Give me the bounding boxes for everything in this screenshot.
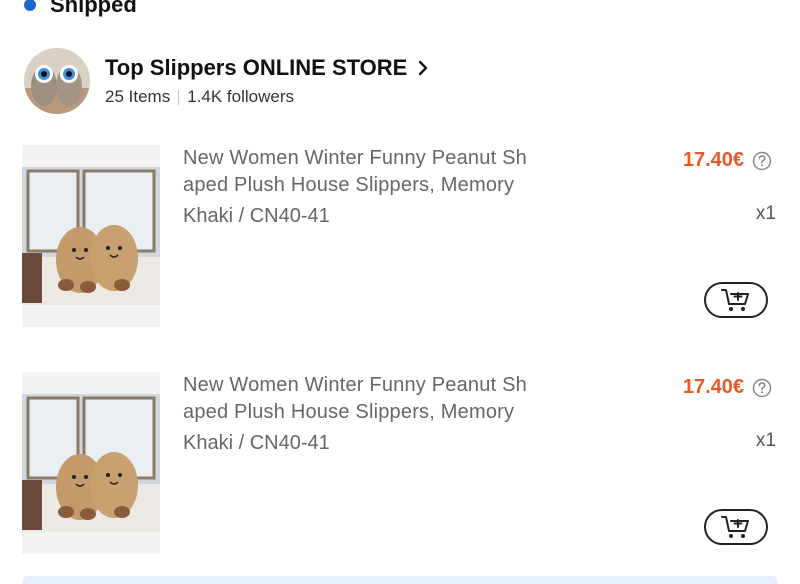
add-to-cart-button[interactable] xyxy=(704,509,768,545)
help-icon[interactable] xyxy=(752,378,772,398)
price-value: 17.40€ xyxy=(682,149,744,171)
slippers-avatar-icon xyxy=(24,48,90,114)
help-icon[interactable] xyxy=(752,151,772,171)
bottom-banner xyxy=(22,576,778,584)
order-status: Shipped xyxy=(24,0,137,20)
status-text: Shipped xyxy=(50,0,137,17)
product-quantity: x1 xyxy=(755,430,776,451)
product-title[interactable]: New Women Winter Funny Peanut Sh aped Pl… xyxy=(183,372,583,426)
add-to-cart-icon xyxy=(721,516,749,538)
product-title-line-2: aped Plush House Slippers, Memory xyxy=(183,174,515,196)
add-to-cart-button[interactable] xyxy=(704,282,768,318)
product-title[interactable]: New Women Winter Funny Peanut Sh aped Pl… xyxy=(183,145,583,199)
product-thumbnail[interactable] xyxy=(22,145,160,327)
price-value: 17.40€ xyxy=(682,376,744,398)
product-thumbnail[interactable] xyxy=(22,372,160,554)
plush-slippers-image xyxy=(22,372,160,554)
product-quantity: x1 xyxy=(755,203,776,224)
product-price: 17.40€ xyxy=(683,149,772,172)
order-item[interactable]: New Women Winter Funny Peanut Sh aped Pl… xyxy=(22,372,782,554)
product-title-line-2: aped Plush House Slippers, Memory xyxy=(183,401,515,423)
store-meta: 25 Items 1.4K followers xyxy=(105,87,429,107)
add-to-cart-icon xyxy=(721,289,749,311)
meta-divider xyxy=(178,89,180,105)
product-title-line-1: New Women Winter Funny Peanut Sh xyxy=(183,147,527,169)
store-followers: 1.4K followers xyxy=(187,87,294,106)
store-header[interactable]: Top Slippers ONLINE STORE 25 Items 1.4K … xyxy=(24,46,784,116)
order-item[interactable]: New Women Winter Funny Peanut Sh aped Pl… xyxy=(22,145,782,327)
product-price: 17.40€ xyxy=(683,376,772,399)
store-name[interactable]: Top Slippers ONLINE STORE xyxy=(105,55,407,81)
status-dot-icon xyxy=(24,0,36,11)
product-variant: Khaki / CN40-41 xyxy=(183,205,330,227)
product-title-line-1: New Women Winter Funny Peanut Sh xyxy=(183,374,527,396)
product-variant: Khaki / CN40-41 xyxy=(183,432,330,454)
store-items-count: 25 Items xyxy=(105,87,171,106)
chevron-right-icon[interactable] xyxy=(417,60,429,76)
order-details-page: Shipped Top Slippers ONLINE STORE 25 Ite… xyxy=(0,0,800,584)
store-avatar[interactable] xyxy=(24,48,90,114)
plush-slippers-image xyxy=(22,145,160,327)
